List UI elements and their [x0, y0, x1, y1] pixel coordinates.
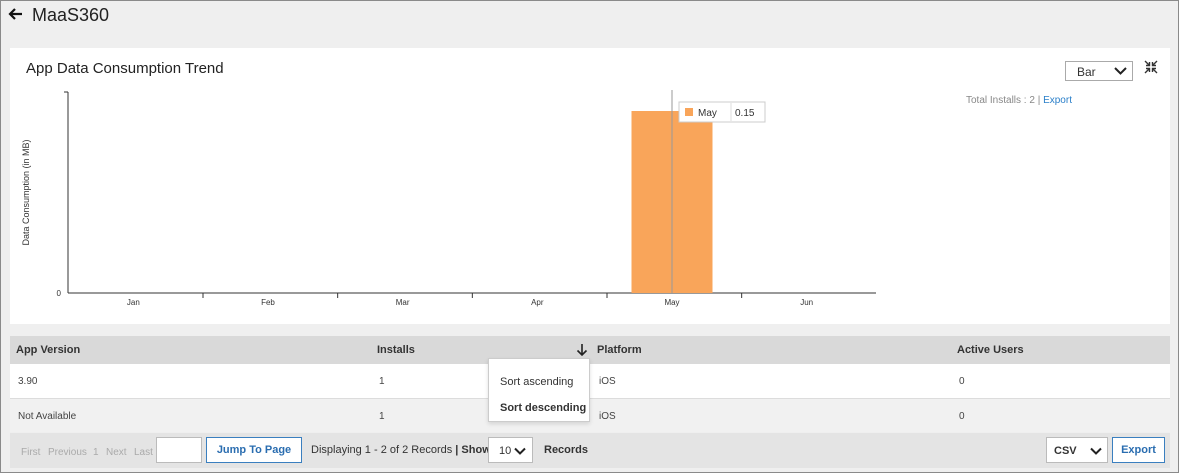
chevron-down-icon: [1114, 67, 1127, 75]
chevron-down-icon: [514, 447, 526, 455]
pagination-bar: First Previous 1 Next Last Jump To Page …: [10, 433, 1170, 468]
chart-type-select[interactable]: Bar: [1065, 61, 1133, 81]
current-page-number: 1: [93, 447, 99, 458]
x-tick-label: Jan: [127, 298, 140, 307]
installs-info: Total Installs : 2 | Export: [966, 95, 1072, 106]
y-axis-label: Data Consumption (in MB): [21, 139, 31, 245]
column-header-active-users[interactable]: Active Users: [957, 344, 1024, 356]
export-format-value: CSV: [1054, 445, 1077, 457]
chart-export-link[interactable]: Export: [1043, 95, 1072, 106]
app-window: MaaS360 App Data Consumption Trend Bar T…: [0, 0, 1179, 473]
x-tick-label: Feb: [261, 298, 275, 307]
x-tick-label: Mar: [396, 298, 410, 307]
cell-platform: iOS: [599, 376, 616, 387]
table-row: 3.90 1 iOS 0: [10, 364, 1170, 398]
last-page-link[interactable]: Last: [134, 447, 153, 458]
jump-to-page-button[interactable]: Jump To Page: [206, 437, 302, 463]
sort-menu: Sort ascending Sort descending: [488, 358, 590, 422]
table-header: App Version Installs Platform Active Use…: [10, 336, 1170, 364]
chart-type-value: Bar: [1077, 65, 1096, 79]
data-table: App Version Installs Platform Active Use…: [10, 336, 1170, 432]
show-label: | Show: [455, 444, 491, 456]
top-bar: MaaS360: [1, 1, 1178, 35]
total-installs-label: Total Installs : 2 |: [966, 95, 1041, 106]
tooltip-label: May: [698, 108, 717, 119]
display-summary: Displaying 1 - 2 of 2 Records | Show: [311, 444, 491, 456]
page-size-value: 10: [499, 445, 512, 457]
x-tick-label: Apr: [531, 298, 544, 307]
previous-page-link[interactable]: Previous: [48, 447, 87, 458]
export-format-select[interactable]: CSV: [1046, 437, 1108, 463]
displaying-text: Displaying 1 - 2 of 2 Records: [311, 444, 453, 456]
chart-panel: App Data Consumption Trend Bar Total Ins…: [10, 48, 1170, 324]
tooltip-value: 0.15: [735, 108, 755, 119]
x-tick-label: May: [664, 298, 679, 307]
cell-active-users: 0: [959, 411, 965, 422]
collapse-icon[interactable]: [1144, 60, 1158, 74]
first-page-link[interactable]: First: [21, 447, 40, 458]
app-title: MaaS360: [32, 5, 110, 25]
cell-app-version: 3.90: [18, 376, 38, 387]
tooltip-swatch: [685, 108, 693, 116]
cell-installs: 1: [379, 376, 385, 387]
cell-active-users: 0: [959, 376, 965, 387]
column-header-app-version[interactable]: App Version: [16, 344, 80, 356]
next-page-link[interactable]: Next: [106, 447, 127, 458]
chevron-down-icon: [1090, 447, 1102, 455]
records-label: Records: [544, 444, 589, 456]
sort-descending-icon[interactable]: [576, 343, 588, 357]
column-header-platform[interactable]: Platform: [597, 344, 642, 356]
cell-installs: 1: [379, 411, 385, 422]
x-tick-label: Jun: [800, 298, 813, 307]
cell-app-version: Not Available: [18, 411, 77, 422]
cell-platform: iOS: [599, 411, 616, 422]
page-size-select[interactable]: 10: [488, 437, 533, 463]
back-arrow-icon[interactable]: [8, 6, 24, 22]
bar-chart: Data Consumption (in MB) 0 Jan Feb Mar Apr May…: [21, 90, 876, 307]
table-row: Not Available 1 iOS 0: [10, 398, 1170, 432]
column-header-installs[interactable]: Installs: [377, 344, 415, 356]
page-number-input[interactable]: [156, 437, 202, 463]
export-button[interactable]: Export: [1112, 437, 1165, 463]
y-tick-label: 0: [57, 289, 62, 298]
sort-ascending-option[interactable]: Sort ascending: [500, 376, 573, 388]
sort-descending-option[interactable]: Sort descending: [500, 402, 586, 414]
